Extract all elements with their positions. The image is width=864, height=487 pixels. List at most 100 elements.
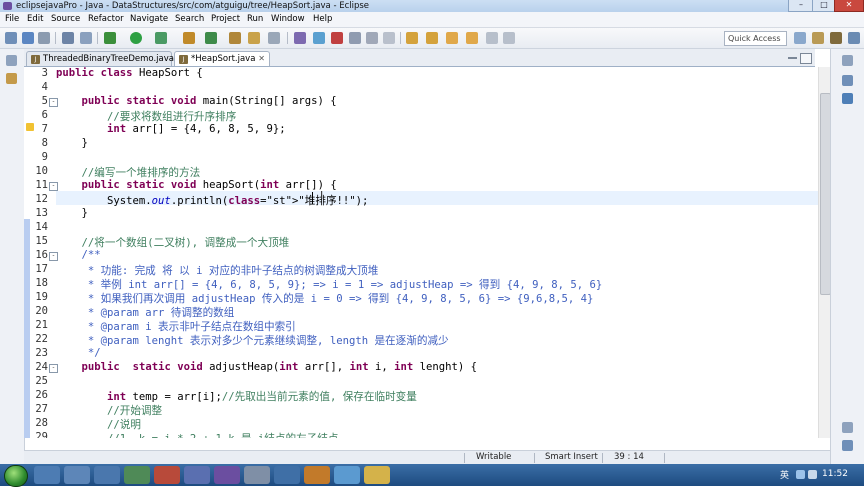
line-number: 5: [41, 95, 48, 107]
code-editor[interactable]: 3 4 5-6 7 8 9 10 11-12 13 14 15 16-17 18 19 20 21 22 23 24…: [24, 67, 818, 438]
left-trim: [0, 49, 25, 464]
start-button[interactable]: [4, 465, 28, 487]
last-edit-icon[interactable]: [486, 32, 498, 44]
save-all-icon[interactable]: [38, 32, 50, 44]
prev-annotation-icon[interactable]: [426, 32, 438, 44]
status-bar: Writable Smart Insert 39 : 14: [24, 450, 830, 465]
vm-taskbar-icon[interactable]: [274, 466, 300, 484]
new-java-project-icon[interactable]: [183, 32, 195, 44]
line-number: 3: [41, 67, 48, 79]
right-trim: [830, 49, 864, 464]
menu-refactor[interactable]: Refactor: [88, 14, 124, 24]
new-class-icon[interactable]: [229, 32, 241, 44]
status-separator: [664, 453, 665, 463]
code-line: public static void heapSort(int arr[]) {: [81, 179, 337, 191]
menu-source[interactable]: Source: [51, 14, 80, 24]
code-line: //说明: [56, 419, 141, 431]
run-icon[interactable]: [130, 32, 142, 44]
java-perspective-icon[interactable]: [830, 32, 842, 44]
menu-bar: File Edit Source Refactor Navigate Searc…: [0, 12, 864, 28]
quick-access-input[interactable]: Quick Access: [724, 31, 787, 46]
restore-bottom-icon[interactable]: [842, 422, 853, 433]
app-taskbar-icon-2[interactable]: [184, 466, 210, 484]
network-icon[interactable]: [796, 470, 805, 479]
menu-search[interactable]: Search: [175, 14, 204, 24]
debug-perspective-icon[interactable]: [848, 32, 860, 44]
console-icon[interactable]: [62, 32, 74, 44]
java-taskbar-icon[interactable]: [304, 466, 330, 484]
code-line: /**: [56, 249, 101, 261]
block-select-icon[interactable]: [349, 32, 361, 44]
line-number: 6: [41, 109, 48, 121]
open-perspective-icon[interactable]: [794, 32, 806, 44]
status-separator: [534, 453, 535, 463]
task-list-icon[interactable]: [842, 93, 853, 104]
close-tab-icon[interactable]: ✕: [258, 52, 265, 66]
forward-icon[interactable]: [466, 32, 478, 44]
annotation-icon[interactable]: [313, 32, 325, 44]
eclipse-taskbar-icon[interactable]: [214, 466, 240, 484]
next-annotation-icon[interactable]: [406, 32, 418, 44]
code-line: * 举例 int arr[] = {4, 6, 8, 5, 9}; => i =…: [56, 279, 603, 291]
debug-icon[interactable]: [104, 32, 116, 44]
save-icon[interactable]: [22, 32, 34, 44]
open-task-icon[interactable]: [268, 32, 280, 44]
code-line: public static void main(String[] args) {: [81, 95, 337, 107]
navigate-icon[interactable]: [503, 32, 515, 44]
terminal-taskbar-icon[interactable]: [244, 466, 270, 484]
menu-window[interactable]: Window: [271, 14, 305, 24]
folder-taskbar-icon[interactable]: [364, 466, 390, 484]
menu-file[interactable]: File: [5, 14, 19, 24]
console-view-icon[interactable]: [842, 440, 853, 451]
back-icon[interactable]: [446, 32, 458, 44]
explorer-taskbar-icon[interactable]: [64, 466, 90, 484]
search-icon[interactable]: [294, 32, 306, 44]
menu-run[interactable]: Run: [247, 14, 263, 24]
toggle-mark-icon[interactable]: [331, 32, 343, 44]
menu-help[interactable]: Help: [313, 14, 332, 24]
volume-icon[interactable]: [808, 470, 817, 479]
new-icon[interactable]: [5, 32, 17, 44]
app-taskbar-icon-3[interactable]: [334, 466, 360, 484]
tab-heapsort[interactable]: J *HeapSort.java ✕: [174, 51, 270, 66]
code-line: int temp = arr[i];//先取出当前元素的值, 保存在临时变量: [107, 391, 417, 403]
ie-taskbar-icon[interactable]: [34, 466, 60, 484]
status-writable: Writable: [476, 452, 512, 462]
restore-icon[interactable]: [6, 55, 17, 66]
tab-label: ThreadedBinaryTreeDemo.java: [43, 54, 174, 64]
terminal-icon[interactable]: [80, 32, 92, 44]
outline-view-icon[interactable]: [842, 75, 853, 86]
windows-taskbar: 英 11:52: [0, 464, 864, 487]
code-line: public static void adjustHeap(int arr[],…: [81, 361, 478, 373]
package-explorer-icon[interactable]: [6, 73, 17, 84]
text-caret: [312, 192, 313, 204]
whitespace-icon[interactable]: [366, 32, 378, 44]
menu-edit[interactable]: Edit: [27, 14, 43, 24]
code-line: //开始调整: [56, 405, 163, 417]
line-number: 4: [41, 81, 48, 93]
eclipse-icon: [3, 2, 12, 10]
maximize-editor-icon[interactable]: [800, 53, 812, 64]
new-package-icon[interactable]: [205, 32, 217, 44]
maximize-button[interactable]: □: [812, 0, 836, 12]
app-taskbar-icon[interactable]: [154, 466, 180, 484]
code-line: * @param arr 待调整的数组: [56, 307, 235, 319]
media-taskbar-icon[interactable]: [94, 466, 120, 484]
toolbar-separator: [97, 32, 98, 44]
window-title: eclipsejavaPro - Java - DataStructures/s…: [16, 1, 370, 11]
show-whitespace-icon[interactable]: [383, 32, 395, 44]
ime-indicator[interactable]: 英: [780, 468, 789, 481]
code-line: }: [56, 137, 88, 149]
menu-navigate[interactable]: Navigate: [130, 14, 168, 24]
coverage-icon[interactable]: [155, 32, 167, 44]
java-ee-perspective-icon[interactable]: [812, 32, 824, 44]
open-type-icon[interactable]: [248, 32, 260, 44]
toolbar-separator: [287, 32, 288, 44]
close-button[interactable]: ✕: [834, 0, 864, 12]
minimize-button[interactable]: –: [788, 0, 814, 12]
tab-threaded-binary-tree-demo[interactable]: J ThreadedBinaryTreeDemo.java: [26, 51, 174, 66]
restore-icon[interactable]: [842, 55, 853, 66]
excel-taskbar-icon[interactable]: [124, 466, 150, 484]
menu-project[interactable]: Project: [211, 14, 240, 24]
minimize-editor-icon[interactable]: [788, 57, 797, 59]
